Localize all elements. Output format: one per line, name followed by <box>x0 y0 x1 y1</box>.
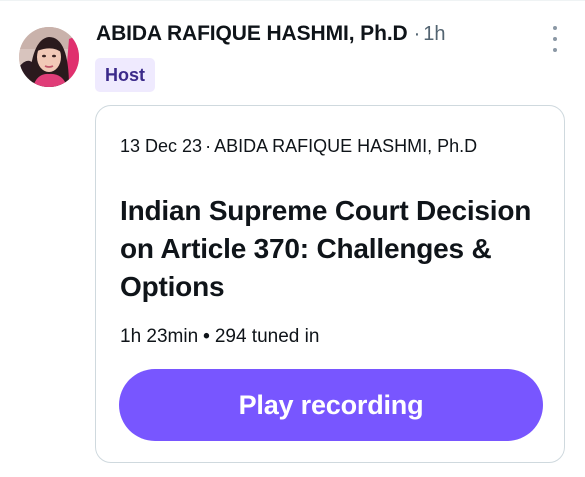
play-recording-button[interactable]: Play recording <box>119 369 543 441</box>
space-meta: 13 Dec 23 · ABIDA RAFIQUE HASHMI, Ph.D <box>120 136 477 157</box>
more-vertical-icon[interactable] <box>546 26 564 52</box>
space-title: Indian Supreme Court Decision on Article… <box>120 195 532 302</box>
space-recording-card[interactable]: 13 Dec 23 · ABIDA RAFIQUE HASHMI, Ph.D Ind… <box>95 105 565 463</box>
space-host-name: ABIDA RAFIQUE HASHMI, Ph.D <box>214 136 478 156</box>
author-avatar[interactable] <box>19 27 79 87</box>
author-name[interactable]: ABIDA RAFIQUE HASHMI, Ph.D <box>96 22 408 46</box>
stats-bullet: • <box>203 326 210 347</box>
more-dot <box>553 26 557 30</box>
more-dot <box>553 48 557 52</box>
more-dot <box>553 37 557 41</box>
space-listeners: 294 tuned in <box>214 326 320 347</box>
space-meta-separator: · <box>205 136 212 156</box>
post-header: ABIDA RAFIQUE HASHMI, Ph.D · 1h <box>96 22 446 46</box>
profile-photo-icon <box>19 27 79 87</box>
space-date: 13 Dec 23 <box>120 136 203 156</box>
top-divider <box>0 0 585 1</box>
space-stats: 1h 23min • 294 tuned in <box>120 326 319 348</box>
meta-separator: · <box>413 23 421 45</box>
space-duration: 1h 23min <box>120 326 199 347</box>
post-timestamp[interactable]: 1h <box>423 23 445 46</box>
host-badge: Host <box>95 58 155 92</box>
